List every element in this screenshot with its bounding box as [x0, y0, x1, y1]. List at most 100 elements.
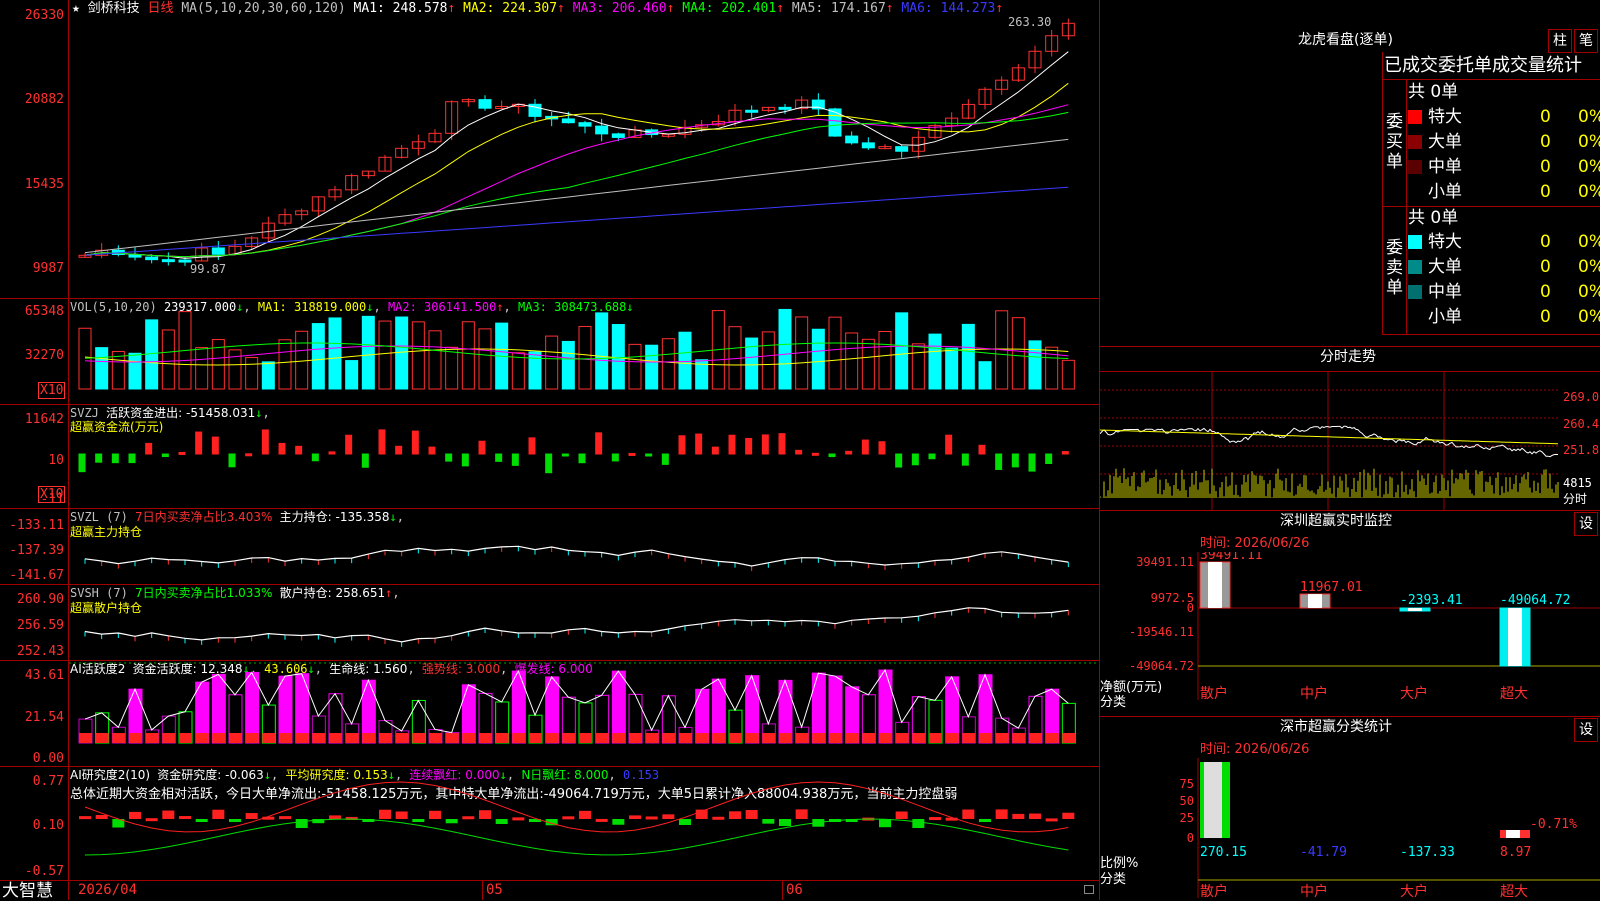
activity-bar: [211, 673, 226, 744]
base-bar: [529, 733, 542, 743]
base-bar: [979, 733, 992, 743]
research-bar: [729, 811, 741, 819]
base-bar: [262, 733, 276, 743]
research-bar: [129, 811, 141, 819]
sell-count: 共 0单: [1408, 208, 1459, 228]
base-bar: [95, 733, 109, 743]
indicator-bar: [795, 449, 803, 455]
sz-monitor-settings-button[interactable]: 设: [1574, 512, 1598, 536]
order-type: 小单: [1428, 182, 1462, 202]
base-bar: [129, 733, 142, 743]
intraday-title: 分时走势: [1320, 349, 1376, 365]
sz-monitor-time: 时间: 2026/06/26: [1200, 536, 1310, 551]
brand-logo[interactable]: 大智慧: [2, 882, 53, 900]
svsh-axis-3: 252.43: [17, 644, 64, 659]
research-bar: [329, 815, 341, 819]
candle: [595, 125, 609, 135]
svzl-axis-3: -141.67: [9, 568, 64, 583]
base-bar: [445, 733, 459, 743]
svzj-axis-1: 11642: [24, 412, 64, 427]
order-type: 中单: [1428, 282, 1462, 302]
ai-active-axis-3: 0.00: [32, 751, 64, 766]
research-bar: [995, 809, 1008, 819]
lock-icon[interactable]: [1084, 885, 1094, 894]
order-count: 0: [1540, 182, 1551, 202]
research-bar: [712, 816, 725, 820]
base-bar: [645, 733, 659, 743]
intraday-chart[interactable]: [1100, 372, 1600, 510]
base-bar: [745, 733, 759, 743]
ai-active-chart[interactable]: [69, 661, 1099, 766]
indicator-bar: [1061, 451, 1069, 455]
base-bar: [829, 733, 842, 743]
order-row: 中单 0 0%: [1408, 282, 1600, 302]
order-type: 大单: [1428, 257, 1462, 277]
vol-axis-1: 65348: [24, 304, 64, 319]
base-bar: [729, 733, 742, 743]
volume-bar: [311, 323, 325, 390]
volume-chart[interactable]: [69, 299, 1099, 404]
chart-area[interactable]: ★ 剑桥科技 日线 MA(5,10,20,30,60,120) MA1: 248…: [0, 0, 1100, 900]
volume-bar: [478, 328, 492, 390]
activity-bar: [511, 670, 526, 744]
indicator-bar: [928, 453, 936, 460]
category-label: 超大: [1500, 884, 1528, 900]
order-type: 大单: [1428, 132, 1462, 152]
category-bar-highlight: [1308, 594, 1322, 608]
volume-bar: [745, 337, 759, 390]
indicator-bar: [595, 432, 603, 455]
svzl-chart[interactable]: [69, 509, 1099, 584]
base-bar: [662, 733, 676, 743]
pen-mode-button[interactable]: 笔: [1574, 29, 1598, 53]
candlestick-chart[interactable]: [69, 0, 1099, 298]
order-row: 中单 0 0%: [1408, 157, 1600, 177]
order-pct: 0%: [1578, 182, 1600, 202]
volume-bar: [1028, 340, 1042, 390]
volume-bar: [278, 339, 292, 390]
base-bar: [1029, 733, 1042, 743]
svsh-chart[interactable]: [69, 585, 1099, 660]
color-swatch: [1408, 160, 1422, 174]
category-value: 39491.11: [1200, 552, 1263, 563]
volume-bar: [945, 347, 959, 390]
indicator-bar: [378, 429, 386, 455]
research-bar: [429, 810, 441, 819]
ai-research-chart[interactable]: [69, 767, 1099, 880]
sz-monitor-chart[interactable]: 39491.119972.50-19546.11-49064.7239491.1…: [1100, 552, 1600, 702]
indicator-bar: [1011, 453, 1019, 468]
volume-bar: [361, 315, 375, 390]
date-label-1: 05: [486, 882, 503, 898]
intraday-avg-line: [1100, 429, 1558, 445]
volume-bar: [461, 321, 475, 390]
svzj-chart[interactable]: [69, 405, 1099, 508]
indicator-bar: [228, 453, 236, 468]
volume-bar: [545, 335, 559, 390]
candle: [145, 256, 159, 261]
volume-bar: [78, 327, 92, 390]
category-value: -2393.41: [1400, 593, 1463, 608]
sz-class-chart[interactable]: 75 50 25 0 -0.71% 270.15 散户 -41.79 中户 -137.33 大户 8.…: [1100, 758, 1600, 900]
ma-line: [84, 186, 1069, 256]
indicator-bar: [778, 433, 786, 455]
order-pct: 0%: [1578, 132, 1600, 152]
research-bar: [412, 819, 425, 822]
research-bar: [145, 818, 158, 822]
order-count: 0: [1540, 282, 1551, 302]
class-axis-label: 50: [1180, 794, 1194, 808]
sz-monitor-title: 深圳超赢实时监控: [1280, 513, 1392, 529]
indicator-bar: [811, 452, 819, 456]
category-label: 超大: [1500, 686, 1528, 702]
volume-bar: [378, 320, 392, 390]
sz-class-settings-button[interactable]: 设: [1574, 718, 1598, 742]
indicator-bar: [161, 453, 169, 458]
bar-mode-button[interactable]: 柱: [1548, 29, 1572, 53]
ai-research-axis-3: -0.57: [24, 864, 64, 879]
divider: [1382, 206, 1600, 207]
indicator-bar: [195, 431, 203, 455]
ai-research-axis-2: 0.10: [32, 818, 64, 833]
volume-bar: [195, 347, 209, 390]
volume-bar: [528, 351, 542, 390]
category-value: 11967.01: [1300, 580, 1363, 595]
sz-monitor-ylabel: 净额(万元): [1100, 680, 1163, 695]
research-bar: [445, 819, 458, 824]
